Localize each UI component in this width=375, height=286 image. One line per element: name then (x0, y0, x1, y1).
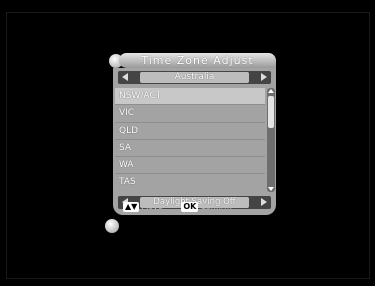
region-next-icon[interactable] (261, 73, 267, 81)
zone-item-nsw-act[interactable]: NSW/ACT (115, 88, 265, 106)
zone-item-tas[interactable]: TAS (115, 174, 265, 191)
time-zone-dialog: Time Zone Adjust Australia NSW/ACT VIC Q… (109, 53, 276, 215)
region-value: Australia (140, 72, 249, 83)
dialog-body: Australia NSW/ACT VIC QLD SA WA TAS Dayl… (113, 68, 276, 215)
region-prev-icon[interactable] (122, 73, 128, 81)
dialog-title: Time Zone Adjust (119, 53, 276, 68)
zone-item-vic[interactable]: VIC (115, 105, 265, 123)
move-key: ▲▼ (123, 202, 140, 212)
ok-key: OK (181, 202, 199, 212)
knob-bottom-icon (105, 219, 119, 233)
zone-item-sa[interactable]: SA (115, 140, 265, 158)
scroll-down-icon[interactable] (268, 187, 274, 191)
zone-item-wa[interactable]: WA (115, 157, 265, 175)
zone-list: NSW/ACT VIC QLD SA WA TAS (115, 88, 265, 192)
scroll-up-icon[interactable] (268, 89, 274, 93)
scroll-thumb[interactable] (268, 96, 274, 128)
zone-item-qld[interactable]: QLD (115, 123, 265, 140)
ok-label: Confirm (200, 202, 232, 211)
zone-list-scrollbar[interactable] (267, 88, 275, 192)
tv-screen: Time Zone Adjust Australia NSW/ACT VIC Q… (0, 0, 375, 286)
help-bar: ▲▼ Move OK Confirm (123, 201, 273, 213)
region-selector[interactable]: Australia (118, 71, 271, 84)
move-label: Move (141, 202, 163, 211)
